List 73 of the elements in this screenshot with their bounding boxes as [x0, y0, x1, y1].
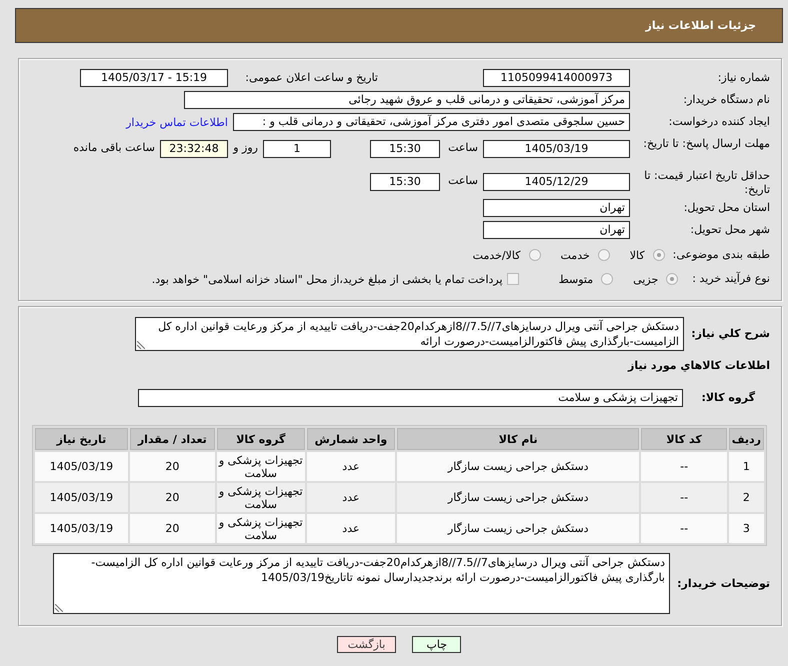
checkbox-label: پرداخت تمام یا بخشی از مبلغ خرید،از محل "اسناد خزانه اسلامی" خواهد بود.	[152, 272, 503, 286]
field-label: شرح کلي نیاز:	[690, 326, 770, 342]
table-cell: 20	[130, 514, 215, 543]
table-cell: دستکش جراحی زیست سازگار	[397, 452, 640, 481]
city-field[interactable]: تهران	[483, 221, 630, 239]
print-button[interactable]: چاپ	[412, 636, 462, 653]
description-field[interactable]: دستکش جراحی آنتی ویرال درسایزهای7//7.5//8ازهرکدام20جفت-دریافت تاییدیه از مرکز ورعایت قوانین اداره کل الزامیست-بارگذاری پیش فاکتورالزامیست-درصورت ارائه	[135, 317, 684, 351]
field-label: ساعت	[447, 140, 479, 156]
buyer-organization-field[interactable]: مرکز آموزشی، تحقیقاتی و درمانی قلب و عروق شهید رجائی	[184, 91, 630, 109]
field-label: مهلت ارسال پاسخ: تا تاریخ:	[642, 137, 770, 151]
table-cell: تجهیزات پزشکی و سلامت	[216, 483, 305, 512]
province-field[interactable]: تهران	[483, 199, 630, 217]
need-number-field[interactable]: 1105099414000973	[483, 69, 630, 87]
column-header: کد کالا	[641, 428, 727, 450]
field-label: تاریخ و ساعت اعلان عمومی:	[244, 70, 378, 86]
column-header: ردیف	[728, 428, 764, 450]
radio-label: کالا/خدمت	[472, 248, 520, 262]
radio-label: جزیی	[633, 272, 658, 286]
deadline-time-field[interactable]: 15:30	[370, 140, 440, 158]
table-cell: دستکش جراحی زیست سازگار	[397, 483, 640, 512]
table-cell: 3	[728, 514, 764, 543]
days-field[interactable]: 1	[263, 140, 331, 158]
field-label: شماره نیاز:	[716, 70, 770, 86]
field-label: ساعت	[447, 173, 479, 189]
column-header: نام کالا	[397, 428, 640, 450]
table-cell: --	[641, 483, 727, 512]
field-label: ایجاد کننده درخواست:	[668, 114, 770, 130]
page-title: جزئیات اطلاعات نیاز	[646, 19, 756, 32]
table-cell: دستکش جراحی زیست سازگار	[397, 514, 640, 543]
goods-group-field[interactable]: تجهیزات پزشکی و سلامت	[138, 389, 683, 407]
field-label: استان محل تحویل:	[682, 200, 770, 216]
field-label: روز و	[232, 140, 259, 156]
field-label: حداقل تاریخ اعتبار قیمت: تا تاریخ:	[643, 169, 770, 197]
table-cell: --	[641, 452, 727, 481]
table-cell: عدد	[306, 452, 396, 481]
table-cell: 1405/03/19	[35, 483, 128, 512]
table-cell: 1405/03/19	[35, 514, 128, 543]
table-cell: 20	[130, 483, 215, 512]
table-cell: 1	[728, 452, 764, 481]
column-header: واحد شمارش	[306, 428, 396, 450]
resize-grip-icon[interactable]	[137, 341, 145, 349]
remaining-time-field[interactable]: 23:32:48	[160, 140, 228, 158]
validity-date-field[interactable]: 1405/12/29	[483, 173, 630, 191]
deadline-date-field[interactable]: 1405/03/19	[483, 140, 630, 158]
field-label: نام دستگاه خریدار:	[682, 92, 770, 108]
field-label: توضیحات خریدار:	[676, 576, 770, 592]
table-cell: 2	[728, 483, 764, 512]
table-cell: عدد	[306, 514, 396, 543]
table-cell: تجهیزات پزشکی و سلامت	[216, 452, 305, 481]
back-button[interactable]: بازگشت	[336, 636, 396, 653]
field-label: نوع فرآیند خرید :	[692, 271, 770, 287]
column-header: گروه کالا	[216, 428, 305, 450]
table-cell: تجهیزات پزشکی و سلامت	[216, 514, 305, 543]
radio-label: متوسط	[558, 272, 594, 286]
contact-link[interactable]: اطلاعات تماس خریدار	[126, 116, 228, 128]
resize-grip-icon[interactable]	[55, 604, 63, 612]
radio-label: کالا	[630, 248, 645, 262]
field-label: شهر محل تحویل:	[689, 222, 770, 238]
table-cell: --	[641, 514, 727, 543]
table-cell: 1405/03/19	[35, 452, 128, 481]
validity-time-field[interactable]: 15:30	[370, 173, 440, 191]
buyer-notes-field[interactable]: دستکش جراحی آنتی ویرال درسایزهای7//7.5//8ازهرکدام20جفت-دریافت تاییدیه از مرکز ورعایت قوانین اداره کل الزامیست-بارگذاری پیش فاکتورالزامیست-درصورت ارائه برندجدیدارسال نمونه تاتاریخ1405/03/19	[53, 553, 670, 614]
announce-date-field[interactable]: 1405/03/17 - 15:19	[80, 69, 228, 87]
field-label: گروه کالا:	[700, 390, 756, 406]
table-cell: 20	[130, 452, 215, 481]
table-cell: عدد	[306, 483, 396, 512]
field-label: طبقه بندی موضوعی:	[672, 247, 770, 263]
section-title: اطلاعات کالاهاي مورد نیاز	[626, 359, 770, 373]
requester-field[interactable]: حسین سلجوقی متصدی امور دفتری مرکز آموزشی، تحقیقاتی و درمانی قلب و :	[233, 113, 630, 131]
column-header: تعداد / مقدار	[130, 428, 215, 450]
field-label: ساعت باقی مانده	[73, 140, 156, 156]
radio-label: خدمت	[560, 248, 590, 262]
column-header: تاریخ نیاز	[35, 428, 128, 450]
